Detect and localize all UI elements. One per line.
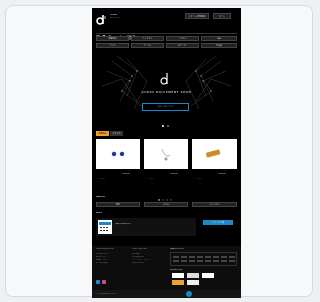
nav-button-7[interactable]: スピーカー bbox=[166, 43, 199, 48]
footer-link[interactable]: お支払い方法 bbox=[96, 253, 108, 255]
footer: ショッピングガイド お支払い方法 配送について 返品について よくある質問 ショ… bbox=[92, 246, 241, 298]
news-title: NEWS bbox=[96, 212, 103, 214]
nav-button-6[interactable]: ケーブル bbox=[131, 43, 164, 48]
ranking-label: ヘッドホン bbox=[209, 204, 220, 206]
hero-decoration bbox=[101, 55, 232, 110]
earphone-image bbox=[111, 151, 125, 157]
cart-button[interactable]: カート bbox=[213, 13, 231, 19]
nav-label: DAP bbox=[216, 38, 222, 40]
product-pager[interactable] bbox=[157, 186, 177, 201]
twitter-icon[interactable] bbox=[96, 280, 100, 284]
footer-link[interactable]: 配送について bbox=[96, 256, 108, 258]
hero-cta-button[interactable]: 商品一覧はこちら bbox=[142, 103, 189, 111]
footer-link[interactable]: よくある質問 bbox=[96, 262, 108, 264]
ranking-title: RANKING bbox=[96, 196, 106, 198]
login-button[interactable]: ログイン/新規登録 bbox=[185, 13, 209, 19]
payment-logo bbox=[187, 273, 199, 278]
product-card[interactable] bbox=[96, 139, 140, 169]
footer-bar: © SOUND NEOTECH bbox=[92, 290, 241, 298]
product-price: ¥00,000 bbox=[170, 173, 179, 175]
footer-link[interactable]: プライバシーポリシー bbox=[132, 259, 152, 261]
instagram-icon[interactable] bbox=[102, 280, 106, 284]
nav-button-1[interactable]: 新着商品 bbox=[96, 36, 129, 41]
footer-col2-title: ショップについて bbox=[132, 248, 148, 250]
nav-button-4[interactable]: DAP bbox=[201, 36, 237, 41]
product-tag: イヤホン bbox=[97, 178, 105, 180]
copyright: © SOUND NEOTECH bbox=[96, 293, 117, 295]
footer-link[interactable]: お問い合わせ bbox=[132, 262, 144, 264]
footer-link[interactable]: 特定商取引法 bbox=[132, 256, 144, 258]
tab-label: おすすめ bbox=[112, 132, 121, 135]
ranking-button-2[interactable]: イヤホン bbox=[144, 202, 188, 207]
product-tag: ケーブル bbox=[193, 178, 201, 180]
hero-logo-icon bbox=[160, 73, 168, 85]
brand-name-line1: SOUND bbox=[110, 14, 118, 16]
payment-logo bbox=[187, 280, 199, 285]
cart-label: カート bbox=[218, 15, 225, 18]
calendar-icon bbox=[99, 222, 111, 231]
hero-slider-dot-1[interactable] bbox=[162, 125, 164, 127]
news-thumbnail bbox=[98, 220, 112, 234]
nav-button-5[interactable]: アンプ bbox=[96, 43, 129, 48]
product-card[interactable] bbox=[144, 139, 188, 169]
social-icons bbox=[96, 270, 116, 284]
ranking-label: イヤホン bbox=[162, 204, 170, 206]
payment-logo bbox=[202, 273, 214, 278]
product-price: ¥00,000 bbox=[218, 173, 227, 175]
cable-image bbox=[161, 148, 171, 161]
adapter-image bbox=[205, 149, 221, 158]
login-label: ログイン/新規登録 bbox=[188, 15, 206, 18]
payment-logo bbox=[172, 280, 184, 285]
nav-label: 中古品 bbox=[215, 45, 222, 47]
news-list-button[interactable]: ニュース一覧 bbox=[203, 220, 233, 225]
toolbar-icons bbox=[96, 25, 136, 40]
nav-label: 新着商品 bbox=[108, 38, 117, 40]
nav-label: イヤホン bbox=[178, 38, 187, 40]
page-top-button[interactable] bbox=[186, 291, 192, 297]
toolbar-line bbox=[96, 33, 237, 34]
footer-link[interactable]: 返品について bbox=[96, 259, 108, 261]
ranking-button-3[interactable]: ヘッドホン bbox=[192, 202, 237, 207]
footer-link[interactable]: 会社概要 bbox=[132, 253, 140, 255]
ranking-label: 総合 bbox=[115, 204, 120, 206]
nav-label: ヘッドホン bbox=[142, 38, 153, 40]
hero-headline: AUDIO EQUIPMENT SHOP bbox=[141, 91, 192, 94]
brand-name-line2: NEOTECH bbox=[110, 17, 120, 19]
news-item-text: 営業日のお知らせ bbox=[115, 223, 131, 225]
ranking-button-1[interactable]: 総合 bbox=[96, 202, 140, 207]
business-calendar bbox=[170, 252, 237, 266]
product-price: ¥00,000 bbox=[122, 173, 131, 175]
nav-button-3[interactable]: イヤホン bbox=[166, 36, 199, 41]
news-button-label: ニュース一覧 bbox=[212, 221, 224, 224]
nav-button-8[interactable]: 中古品 bbox=[201, 43, 237, 48]
footer-col3-title: 営業日カレンダー bbox=[170, 248, 187, 250]
news-item[interactable]: 営業日のお知らせ bbox=[96, 218, 196, 236]
product-tag: ケーブル bbox=[145, 178, 153, 180]
hero-cta-label: 商品一覧はこちら bbox=[157, 106, 174, 108]
hero-slider-dot-2[interactable] bbox=[167, 125, 169, 127]
nav-label: スピーカー bbox=[177, 45, 188, 47]
news-pager[interactable] bbox=[157, 241, 177, 256]
payment-logo bbox=[172, 273, 184, 278]
footer-col1-title: ショッピングガイド bbox=[96, 248, 115, 250]
tab-recommended[interactable]: おすすめ bbox=[110, 131, 123, 136]
nav-label: アンプ bbox=[109, 45, 116, 47]
tab-label: 新着商品 bbox=[98, 132, 107, 135]
payment-title: お支払い方法 bbox=[170, 269, 183, 271]
tab-new[interactable]: 新着商品 bbox=[96, 131, 109, 136]
nav-button-2[interactable]: ヘッドホン bbox=[131, 36, 164, 41]
product-card[interactable] bbox=[192, 139, 237, 169]
brand-logo[interactable] bbox=[96, 11, 110, 25]
nav-label: ケーブル bbox=[143, 45, 152, 47]
mobile-page: SOUND NEOTECH ログイン/新規登録 カート 新着商品 ヘッドホン イ… bbox=[92, 8, 241, 298]
hero-banner[interactable]: AUDIO EQUIPMENT SHOP 商品一覧はこちら bbox=[92, 51, 241, 123]
